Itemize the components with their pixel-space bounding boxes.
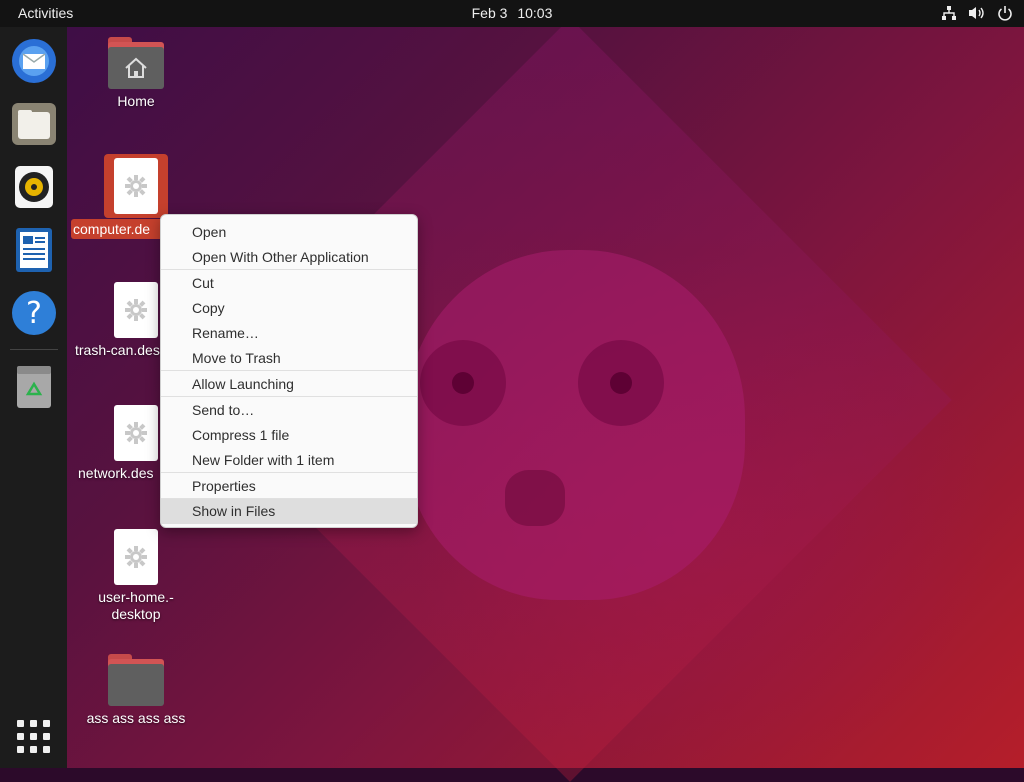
clock-date: Feb 3 [471, 5, 508, 21]
clock-time: 10:03 [517, 5, 553, 21]
system-tray[interactable] [940, 4, 1014, 22]
menu-item-copy[interactable]: Copy [161, 296, 417, 320]
wallpaper-eye-right [578, 340, 664, 426]
desktop-icon-label-line1: user-home.- [98, 589, 174, 605]
desktop-file-icon [114, 405, 158, 461]
menu-item-compress[interactable]: Compress 1 file [161, 423, 417, 447]
clock[interactable]: Feb 3 10:03 [0, 5, 1024, 21]
desktop-icon-folder[interactable]: ass ass ass ass [66, 654, 206, 727]
menu-item-properties[interactable]: Properties [161, 474, 417, 498]
wallpaper-nose [505, 470, 565, 526]
menu-item-send-to[interactable]: Send to… [161, 398, 417, 422]
menu-separator [161, 472, 417, 473]
help-icon[interactable]: ? [10, 289, 58, 337]
menu-separator [161, 269, 417, 270]
music-icon[interactable] [10, 163, 58, 211]
desktop-icon-label: ass ass ass ass [86, 710, 186, 726]
dock-separator [10, 349, 58, 350]
files-icon[interactable] [10, 100, 58, 148]
network-icon[interactable] [940, 4, 958, 22]
gear-icon [125, 546, 147, 568]
dock: ? [0, 27, 67, 768]
menu-item-rename[interactable]: Rename… [161, 321, 417, 345]
gear-icon [125, 299, 147, 321]
menu-separator [161, 370, 417, 371]
gear-icon [125, 175, 147, 197]
menu-separator [161, 396, 417, 397]
desktop-icon-user-home[interactable]: user-home.- desktop [66, 529, 206, 623]
desktop-file-icon [114, 282, 158, 338]
desktop-icon-label-selected: computer.de [71, 219, 163, 239]
svg-text:?: ? [26, 296, 42, 331]
folder-icon [108, 654, 164, 706]
desktop-wallpaper [0, 0, 1024, 782]
context-menu: Open Open With Other Application Cut Cop… [160, 214, 418, 528]
desktop-icon-computer[interactable] [66, 158, 206, 214]
top-bar: Activities Feb 3 10:03 [0, 0, 1024, 27]
menu-item-move-to-trash[interactable]: Move to Trash [161, 346, 417, 370]
power-icon[interactable] [996, 4, 1014, 22]
desktop-icon-label-line2: desktop [111, 606, 161, 622]
trash-icon[interactable] [10, 363, 58, 411]
volume-icon[interactable] [968, 4, 986, 22]
grid-icon[interactable] [17, 720, 51, 754]
desktop-icon-label: Home [117, 93, 155, 109]
desktop-file-icon [114, 529, 158, 585]
desktop-icon-home[interactable]: Home [66, 37, 206, 110]
menu-item-allow-launching[interactable]: Allow Launching [161, 372, 417, 396]
gear-icon [125, 422, 147, 444]
menu-item-open[interactable]: Open [161, 220, 417, 244]
menu-item-show-in-files[interactable]: Show in Files [161, 499, 417, 524]
desktop-file-icon [114, 158, 158, 214]
home-folder-icon [108, 37, 164, 89]
menu-item-open-with[interactable]: Open With Other Application [161, 245, 417, 269]
wallpaper-eye-left [420, 340, 506, 426]
menu-item-new-folder-with-item[interactable]: New Folder with 1 item [161, 448, 417, 472]
mail-icon[interactable] [10, 37, 58, 85]
menu-item-cut[interactable]: Cut [161, 271, 417, 295]
writer-icon[interactable] [10, 226, 58, 274]
